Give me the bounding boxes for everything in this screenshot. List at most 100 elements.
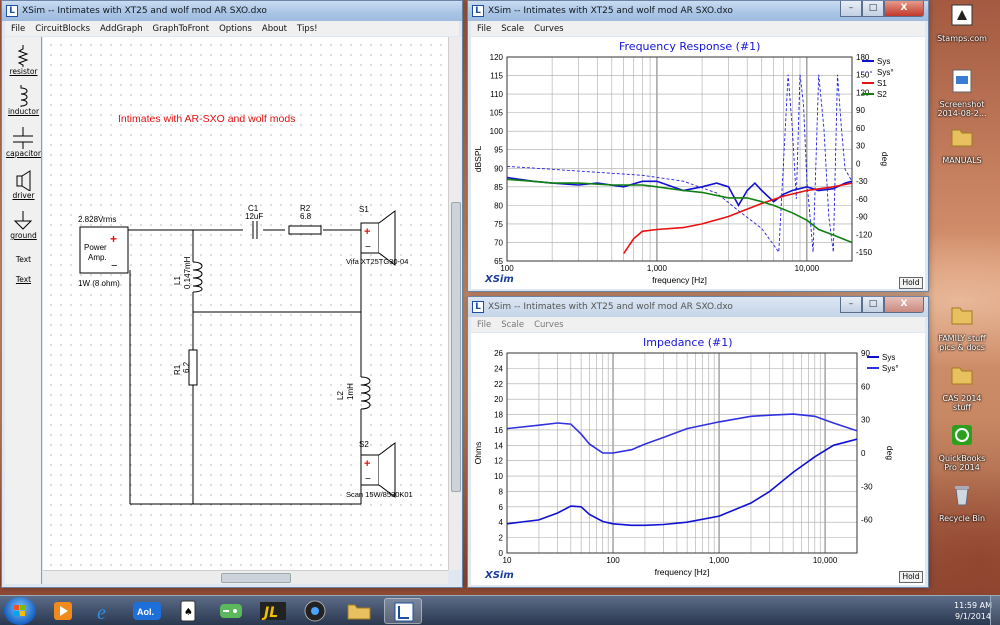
desktop-icon-stamps[interactable]: Stamps.com (932, 2, 992, 43)
frequency-response-window: L XSim -- Intimates with XT25 and wolf m… (467, 0, 929, 292)
desktop-icon-label: FAMILY stuff (938, 334, 986, 343)
y-tick-label: 85 (494, 183, 503, 192)
inductor-l2 (360, 376, 371, 410)
maximize-button[interactable]: □ (862, 1, 884, 17)
y-tick-label: 12 (494, 457, 503, 466)
impedance-window: L XSim -- Intimates with XT25 and wolf m… (467, 296, 929, 588)
menu-graphtofront[interactable]: GraphToFront (153, 24, 210, 34)
tool-resistor[interactable]: resistor (5, 45, 42, 76)
desktop-icon-label: CAS 2014 (942, 394, 982, 403)
taskbar-games[interactable] (212, 598, 250, 624)
impedance-chart: 262422201816141210864209060300-30-6010 10… (473, 349, 899, 577)
menu-tips[interactable]: Tips! (297, 24, 318, 34)
folder-icon (951, 367, 973, 385)
y-tick-label: 95 (494, 146, 503, 155)
media-player-icon (54, 602, 72, 620)
menu-scale[interactable]: Scale (501, 24, 524, 34)
tool-driver[interactable]: driver (5, 169, 42, 200)
cards-icon: ♠ (180, 600, 196, 622)
start-button[interactable] (4, 597, 36, 625)
l1-name: L1 (173, 276, 182, 285)
tool-capacitor[interactable]: capacitor (5, 127, 42, 158)
minimize-button[interactable]: – (840, 297, 862, 313)
hscroll-thumb[interactable] (221, 573, 291, 583)
taskbar-pdf-tool[interactable]: JL (254, 598, 292, 624)
tool-text[interactable]: Text (5, 275, 42, 284)
taskbar-solitaire[interactable]: ♠ (170, 598, 208, 624)
y-tick-label: 20 (494, 395, 503, 404)
desktop-icon-label: Pro 2014 (944, 463, 980, 472)
taskbar-media-player[interactable] (44, 598, 82, 624)
menu-scale[interactable]: Scale (501, 320, 524, 330)
taskbar-internet-explorer[interactable]: e (86, 598, 124, 624)
freq-menubar: File Scale Curves (471, 21, 925, 36)
menu-about[interactable]: About (262, 24, 287, 34)
y-tick-label: 4 (499, 518, 504, 527)
series-line-1 (507, 413, 857, 454)
y2-tick-label: -30 (856, 177, 868, 186)
chart-grid (506, 56, 853, 262)
menu-file[interactable]: File (477, 24, 491, 34)
taskbar-aol[interactable]: Aol. (128, 598, 166, 624)
tool-text-plain[interactable]: Text (5, 255, 42, 264)
circuit-window-title: XSim -- Intimates with XT25 and wolf mod… (22, 6, 267, 16)
circuit-window: L XSim -- Intimates with XT25 and wolf m… (1, 0, 463, 588)
circuit-vertical-scrollbar[interactable] (448, 37, 462, 570)
taskbar-xsim[interactable] (384, 598, 422, 624)
taskbar-file-explorer[interactable] (340, 598, 378, 624)
desktop-icon-label: Recycle Bin (938, 514, 986, 523)
desktop-icon-family[interactable]: FAMILY stuff pics & docs (932, 302, 992, 352)
menu-file[interactable]: File (477, 320, 491, 330)
y2-tick-label: 60 (861, 382, 870, 391)
desktop-icon-cas[interactable]: CAS 2014 stuff (932, 362, 992, 412)
y-tick-label: 24 (494, 364, 503, 373)
y-tick-label: 80 (494, 201, 503, 210)
circuit-canvas[interactable]: Intimates with AR-SXO and wolf mods Powe… (43, 37, 448, 570)
tool-inductor[interactable]: inductor (5, 85, 42, 116)
resistor-r2 (288, 225, 322, 235)
svg-text:+: + (364, 458, 370, 470)
menu-circuitblocks[interactable]: CircuitBlocks (35, 24, 90, 34)
desktop-icon-quickbooks[interactable]: QuickBooks Pro 2014 (932, 422, 992, 472)
circuit-window-titlebar[interactable]: L XSim -- Intimates with XT25 and wolf m… (2, 1, 462, 21)
circuit-horizontal-scrollbar[interactable] (43, 570, 448, 584)
hold-button[interactable]: Hold (899, 571, 923, 583)
menu-addgraph[interactable]: AddGraph (100, 24, 143, 34)
imp-graph-area: Impedance (#1) 26 24 22 20 18 16 14 12 10 8 6 4 2 0 90… (471, 333, 925, 585)
y2-tick-label: -60 (856, 195, 868, 204)
desktop-icon-manuals[interactable]: MANUALS (932, 124, 992, 165)
vscroll-thumb[interactable] (451, 202, 461, 492)
clock-time: 11:59 AM (954, 601, 992, 610)
series-line-0 (507, 438, 857, 527)
menu-curves[interactable]: Curves (534, 24, 564, 34)
x-tick-label: 100 (500, 264, 514, 273)
circuit-heading: Intimates with AR-SXO and wolf mods (118, 113, 295, 125)
x-tick-label: 100 (606, 556, 620, 565)
maximize-button[interactable]: □ (862, 297, 884, 313)
minimize-button[interactable]: – (840, 1, 862, 17)
menu-curves[interactable]: Curves (534, 320, 564, 330)
y-tick-label: 2 (499, 534, 504, 543)
legend-label: Sys (882, 353, 895, 362)
show-desktop-button[interactable] (990, 596, 1000, 625)
menu-options[interactable]: Options (219, 24, 252, 34)
desktop-icon-screenshot[interactable]: Screenshot 2014-08-2... (932, 68, 992, 118)
tool-inductor-label: inductor (7, 107, 40, 116)
close-button[interactable]: X (884, 1, 924, 17)
tool-ground[interactable]: ground (5, 209, 42, 240)
xsim-app-icon: L (472, 301, 484, 313)
desktop-icon-recycle-bin[interactable]: Recycle Bin (932, 482, 992, 523)
aol-label: Aol. (137, 607, 154, 617)
close-button[interactable]: X (884, 297, 924, 313)
series-line-2 (623, 182, 852, 255)
hold-button[interactable]: Hold (899, 277, 923, 289)
y-tick-label: 90 (494, 164, 503, 173)
svg-text:e: e (97, 602, 106, 624)
circuit-menubar: File CircuitBlocks AddGraph GraphToFront… (5, 21, 459, 36)
taskbar-media-center[interactable] (296, 598, 334, 624)
y2-tick-label: 0 (856, 159, 861, 168)
menu-file[interactable]: File (11, 24, 25, 34)
system-clock[interactable]: 11:59 AM 9/1/2014 (954, 600, 992, 622)
component-toolbox: resistor inductor capacitor driver groun… (5, 37, 42, 584)
legend-label: Sys° (882, 364, 899, 373)
